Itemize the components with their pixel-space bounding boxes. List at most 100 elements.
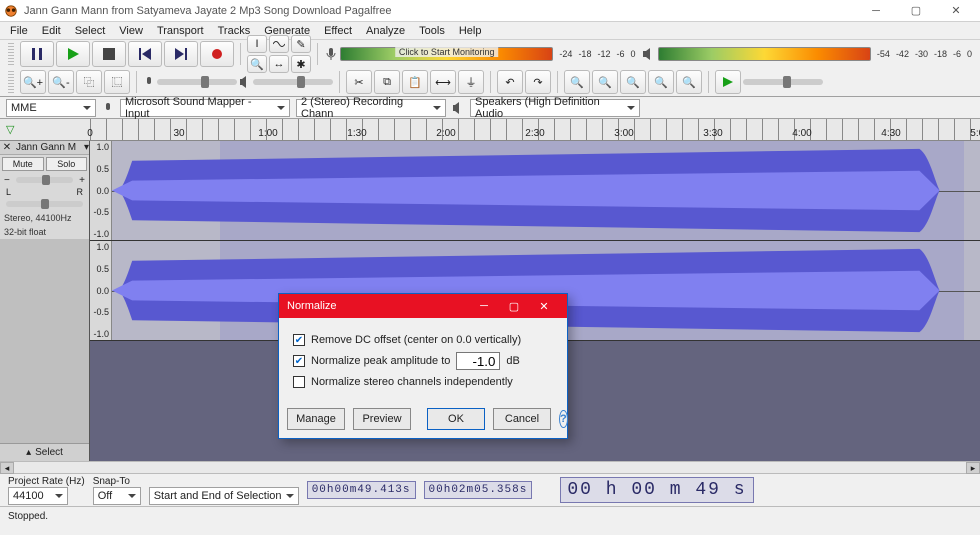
cancel-button[interactable]: Cancel xyxy=(493,408,551,430)
peak-amplitude-input[interactable] xyxy=(456,352,500,370)
ruler-tick: 1:30 xyxy=(347,128,366,139)
zoom-in-button[interactable]: 🔍+ xyxy=(20,70,46,94)
project-rate-combo[interactable]: 44100 xyxy=(8,487,68,505)
zoom-in-button-2[interactable]: 🔍 xyxy=(564,70,590,94)
speaker-icon xyxy=(239,76,251,88)
stop-button[interactable] xyxy=(92,41,126,67)
title-bar: Jann Gann Mann from Satyameva Jayate 2 M… xyxy=(0,0,980,22)
menu-transport[interactable]: Transport xyxy=(151,25,210,37)
ruler-tick: 3:00 xyxy=(614,128,633,139)
gain-slider[interactable] xyxy=(16,177,73,183)
toolbar-grip[interactable] xyxy=(8,43,14,65)
playback-meter[interactable] xyxy=(658,47,871,61)
mic-icon xyxy=(324,47,338,61)
toolbar-grip[interactable] xyxy=(8,71,14,93)
ruler-tick: 0 xyxy=(87,128,93,139)
menu-help[interactable]: Help xyxy=(453,25,488,37)
track-menu-chevron-icon[interactable]: ▾ xyxy=(84,142,89,153)
selection-end-field[interactable]: 00h02m05.358s xyxy=(424,481,533,499)
track-name[interactable]: Jann Gann M xyxy=(14,141,84,154)
close-button[interactable]: ✕ xyxy=(936,0,976,22)
speaker-icon xyxy=(642,47,656,61)
scroll-right-button[interactable]: ▸ xyxy=(966,462,980,474)
horizontal-scrollbar[interactable]: ◂ ▸ xyxy=(0,461,980,473)
zoom-fit-button[interactable]: 🔍 xyxy=(648,70,674,94)
selection-tool[interactable]: I xyxy=(247,35,267,53)
record-meter[interactable]: Click to Start Monitoring xyxy=(340,47,553,61)
paste-button[interactable]: 📋 xyxy=(402,70,428,94)
remove-dc-checkbox[interactable]: ✔ xyxy=(293,334,305,346)
independent-channels-checkbox[interactable] xyxy=(293,376,305,388)
record-volume-slider[interactable] xyxy=(157,79,237,85)
play-speed-slider[interactable] xyxy=(743,79,823,85)
menu-select[interactable]: Select xyxy=(69,25,112,37)
record-button[interactable] xyxy=(200,41,234,67)
normalize-peak-label: Normalize peak amplitude to xyxy=(311,355,450,367)
play-at-speed-button[interactable] xyxy=(715,70,741,94)
audio-host-combo[interactable]: MME xyxy=(6,99,96,117)
play-button[interactable] xyxy=(56,41,90,67)
timeline-ruler[interactable]: ▽ 0 30 1:00 1:30 2:00 2:30 3:00 3:30 4:0… xyxy=(0,119,980,141)
undo-button[interactable]: ↶ xyxy=(497,70,523,94)
zoom-toggle-button[interactable]: 🔍 xyxy=(676,70,702,94)
selection-mode-combo[interactable]: Start and End of Selection xyxy=(149,487,299,505)
scroll-left-button[interactable]: ◂ xyxy=(0,462,14,474)
menu-analyze[interactable]: Analyze xyxy=(360,25,411,37)
track-select-button[interactable]: ▴Select xyxy=(0,443,89,461)
pause-button[interactable] xyxy=(20,41,54,67)
snap-to-combo[interactable]: Off xyxy=(93,487,141,505)
copy-button[interactable]: ⧉ xyxy=(374,70,400,94)
audio-position-field[interactable]: 00 h 00 m 49 s xyxy=(560,477,753,503)
ruler-tick: 1:00 xyxy=(258,128,277,139)
envelope-tool[interactable] xyxy=(269,35,289,53)
skip-end-button[interactable] xyxy=(164,41,198,67)
redo-button[interactable]: ↷ xyxy=(525,70,551,94)
independent-channels-label: Normalize stereo channels independently xyxy=(311,376,513,388)
mute-button[interactable]: Mute xyxy=(2,157,44,171)
skip-start-button[interactable] xyxy=(128,41,162,67)
dialog-title-bar[interactable]: Normalize ─ ▢ ✕ xyxy=(279,294,567,318)
menu-tools[interactable]: Tools xyxy=(413,25,451,37)
draw-tool[interactable]: ✎ xyxy=(291,35,311,53)
dialog-close-button[interactable]: ✕ xyxy=(529,300,559,313)
dialog-maximize-button[interactable]: ▢ xyxy=(499,300,529,313)
record-meter-hint[interactable]: Click to Start Monitoring xyxy=(395,47,499,57)
solo-button[interactable]: Solo xyxy=(46,157,88,171)
maximize-button[interactable]: ▢ xyxy=(896,0,936,22)
menu-file[interactable]: File xyxy=(4,25,34,37)
cut-button[interactable]: ✂ xyxy=(346,70,372,94)
playback-volume-slider[interactable] xyxy=(253,79,333,85)
normalize-peak-checkbox[interactable]: ✔ xyxy=(293,355,305,367)
playback-device-combo[interactable]: Speakers (High Definition Audio xyxy=(470,99,640,117)
zoom-out-button[interactable]: 🔍- xyxy=(48,70,74,94)
menu-edit[interactable]: Edit xyxy=(36,25,67,37)
waveform-left-channel[interactable]: 1.00.50.0-0.5-1.0 xyxy=(90,141,980,241)
zoom-sel-button[interactable]: 🔍 xyxy=(620,70,646,94)
track-format-label: Stereo, 44100Hz xyxy=(0,211,89,225)
menu-view[interactable]: View xyxy=(113,25,149,37)
track-close-button[interactable]: ✕ xyxy=(0,142,14,153)
help-icon[interactable]: ? xyxy=(559,410,568,428)
preview-button[interactable]: Preview xyxy=(353,408,411,430)
record-device-combo[interactable]: Microsoft Sound Mapper - Input xyxy=(120,99,290,117)
ok-button[interactable]: OK xyxy=(427,408,485,430)
track-bitdepth-label: 32-bit float xyxy=(0,225,89,239)
pan-slider[interactable] xyxy=(6,201,83,207)
trim-button[interactable]: ⟷ xyxy=(430,70,456,94)
minimize-button[interactable]: ─ xyxy=(856,0,896,22)
pan-right-label: R xyxy=(77,187,84,197)
manage-button[interactable]: Manage xyxy=(287,408,345,430)
zoom-out-button-2[interactable]: 🔍 xyxy=(592,70,618,94)
zoom-tool[interactable]: 🔍 xyxy=(247,55,267,73)
play-marker-icon: ▽ xyxy=(6,123,14,136)
record-channels-combo[interactable]: 2 (Stereo) Recording Chann xyxy=(296,99,446,117)
fit-project-button[interactable]: ⿺ xyxy=(104,70,130,94)
selection-start-field[interactable]: 00h00m49.413s xyxy=(307,481,416,499)
timeshift-tool[interactable]: ↔ xyxy=(269,55,289,73)
amplitude-axis: 1.00.50.0-0.5-1.0 xyxy=(90,241,112,340)
silence-button[interactable]: ⏚ xyxy=(458,70,484,94)
menu-effect[interactable]: Effect xyxy=(318,25,358,37)
dialog-minimize-button[interactable]: ─ xyxy=(469,300,499,312)
fit-selection-button[interactable]: ⿻ xyxy=(76,70,102,94)
multi-tool[interactable]: ✱ xyxy=(291,55,311,73)
